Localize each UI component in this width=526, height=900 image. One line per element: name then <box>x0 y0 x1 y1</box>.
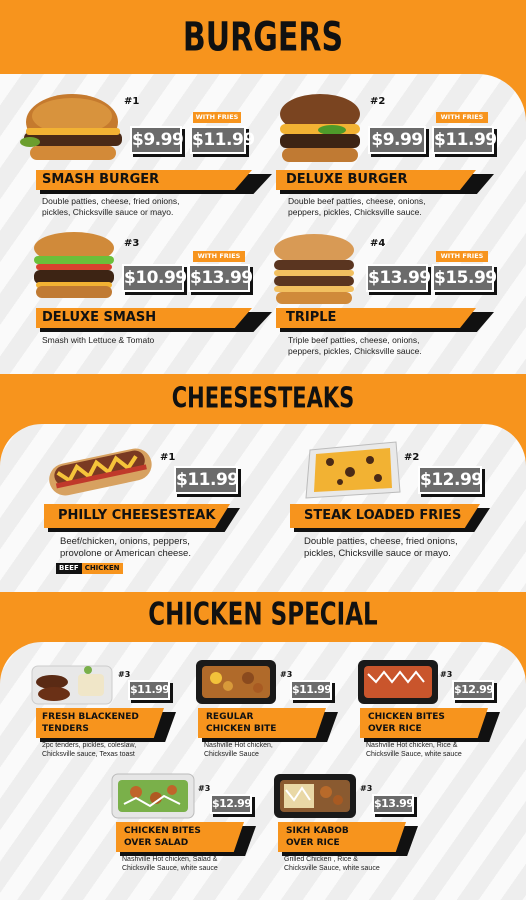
item-number: #3 <box>280 670 293 679</box>
price: $13.99 <box>372 794 414 814</box>
item-description: Nashville Hot chicken, Rice & Chicksville… <box>366 742 462 758</box>
item-number: #2 <box>404 452 420 463</box>
burgers-title: BURGERS <box>182 13 344 62</box>
chicken-bite-image <box>196 660 276 704</box>
item-number: #3 <box>198 784 211 793</box>
meat-options: BEEF CHICKEN <box>56 563 123 574</box>
price: $9.99 <box>368 126 426 154</box>
price: $12.99 <box>210 794 252 814</box>
item-name: PHILLY CHEESESTEAK <box>44 504 230 528</box>
price-with-fries: $15.99 <box>432 264 497 292</box>
item-name: DELUXE SMASH <box>36 308 252 328</box>
blackened-tenders-image <box>31 665 113 705</box>
price: $13.99 <box>366 264 431 292</box>
price-with-fries: $11.99 <box>432 126 497 154</box>
item-description: Smash with Lettuce & Tomato <box>42 335 155 345</box>
price: $10.99 <box>122 264 187 292</box>
item-description: Grilled Chicken , Rice & Chicksville Sauc… <box>284 856 380 872</box>
triple-burger-image <box>274 234 354 304</box>
item-description: Double patties, cheese, fried onions, pic… <box>42 196 180 217</box>
smash-burger-image <box>20 94 122 160</box>
tag-chicken[interactable]: CHICKEN <box>81 563 123 574</box>
item-description: Nashville Hot chicken, Salad & Chicksvill… <box>122 856 218 872</box>
deluxe-smash-image <box>34 232 114 298</box>
item-description: Double beef patties, cheese, onions, pepp… <box>288 196 426 217</box>
tag-beef[interactable]: BEEF <box>56 563 82 574</box>
item-name: STEAK LOADED FRIES <box>290 504 480 528</box>
item-number: #4 <box>370 238 386 249</box>
item-name: CHICKEN BITES OVER SALAD <box>116 822 244 852</box>
cheesesteaks-title: CHEESESTEAKS <box>171 381 355 415</box>
item-description: Double patties, cheese, fried onions, pic… <box>304 536 458 559</box>
item-description: 2pc tenders, pickles, coleslaw, Chicksvil… <box>42 742 137 758</box>
item-name: SIKH KABOB OVER RICE <box>278 822 406 852</box>
item-description: Triple beef patties, cheese, onions, pepp… <box>288 335 422 356</box>
item-number: #1 <box>124 96 140 107</box>
item-name: CHICKEN BITES OVER RICE <box>360 708 488 738</box>
item-name: SMASH BURGER <box>36 170 252 190</box>
sikh-kabob-image <box>274 774 356 818</box>
chicken-over-salad-image <box>111 773 195 819</box>
price: $11.99 <box>174 466 239 494</box>
price: $9.99 <box>130 126 184 154</box>
item-number: #3 <box>360 784 373 793</box>
item-number: #2 <box>370 96 386 107</box>
price: $11.99 <box>128 680 170 700</box>
chicken-over-rice-image <box>358 660 438 704</box>
price: $11.99 <box>290 680 332 700</box>
item-number: #1 <box>160 452 176 463</box>
chicken-special-title: CHICKEN SPECIAL <box>148 597 378 633</box>
item-name: DELUXE BURGER <box>276 170 476 190</box>
price: $12.99 <box>452 680 494 700</box>
item-description: Beef/chicken, onions, peppers, provolone … <box>60 536 191 559</box>
item-name: TRIPLE <box>276 308 476 328</box>
price-with-fries: $11.99 <box>190 126 255 154</box>
price: $12.99 <box>418 466 483 494</box>
with-fries-label: WITH FRIES <box>436 112 488 123</box>
item-number: #3 <box>124 238 140 249</box>
with-fries-label: WITH FRIES <box>193 112 241 123</box>
price-with-fries: $13.99 <box>188 264 253 292</box>
item-name: FRESH BLACKENED TENDERS <box>36 708 164 738</box>
philly-cheesesteak-image <box>49 448 152 496</box>
item-name: REGULAR CHICKEN BITE <box>198 708 326 738</box>
item-description: Nashville Hot chicken, Chicksville Sauce <box>204 742 273 758</box>
deluxe-burger-image <box>280 94 360 162</box>
item-number: #3 <box>440 670 453 679</box>
steak-loaded-fries-image <box>305 441 401 499</box>
with-fries-label: WITH FRIES <box>436 251 488 262</box>
item-number: #3 <box>118 670 131 679</box>
with-fries-label: WITH FRIES <box>193 251 245 262</box>
